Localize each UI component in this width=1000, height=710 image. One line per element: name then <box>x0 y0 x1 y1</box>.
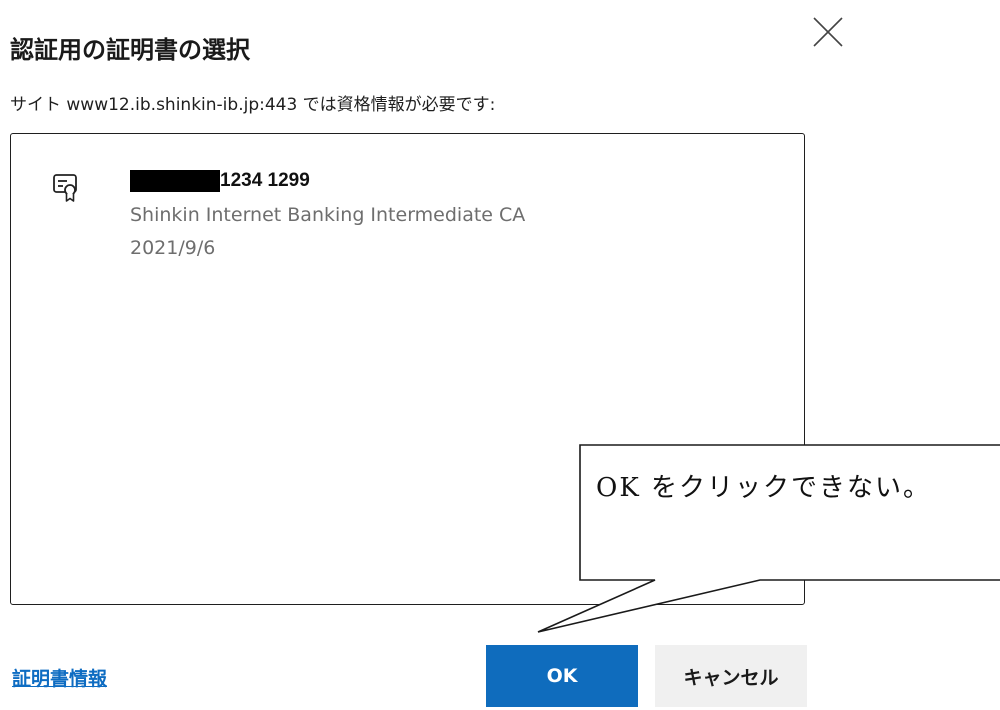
close-icon <box>813 17 843 47</box>
certificate-name: 1234 1299 <box>220 170 310 191</box>
ok-button[interactable]: OK <box>486 645 638 707</box>
certificate-list-item[interactable]: 1234 1299 Shinkin Internet Banking Inter… <box>11 134 804 274</box>
close-button[interactable] <box>810 14 846 50</box>
certificate-name-row: 1234 1299 <box>130 169 310 193</box>
certificate-date: 2021/9/6 <box>130 237 216 259</box>
dialog-title: 認証用の証明書の選択 <box>10 36 250 64</box>
redacted-name-bar <box>130 170 220 192</box>
certificate-issuer: Shinkin Internet Banking Intermediate CA <box>130 204 526 226</box>
certificate-list[interactable]: 1234 1299 Shinkin Internet Banking Inter… <box>10 133 805 605</box>
certificate-icon <box>53 174 77 202</box>
cancel-button[interactable]: キャンセル <box>655 645 807 707</box>
dialog-subtitle: サイト www12.ib.shinkin-ib.jp:443 では資格情報が必要… <box>10 95 496 115</box>
certificate-info-link[interactable]: 証明書情報 <box>12 664 107 691</box>
